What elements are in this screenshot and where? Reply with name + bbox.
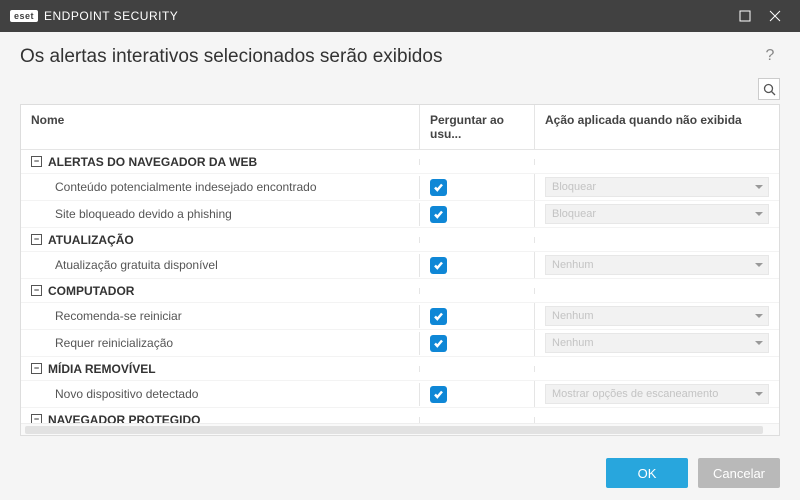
check-icon bbox=[433, 260, 444, 271]
action-select[interactable]: Mostrar opções de escaneamento bbox=[545, 384, 769, 404]
item-name: Site bloqueado devido a phishing bbox=[21, 204, 419, 224]
ask-checkbox[interactable] bbox=[430, 206, 447, 223]
search-icon bbox=[763, 83, 776, 96]
title-bar: eset ENDPOINT SECURITY bbox=[0, 0, 800, 32]
dialog-header: Os alertas interativos selecionados serã… bbox=[0, 32, 800, 76]
table-header: Nome Perguntar ao usu... Ação aplicada q… bbox=[21, 105, 779, 150]
check-icon bbox=[433, 311, 444, 322]
group-row[interactable]: −ATUALIZAÇÃO bbox=[21, 228, 779, 252]
action-select[interactable]: Nenhum bbox=[545, 333, 769, 353]
action-select-wrap: Nenhum bbox=[545, 255, 769, 275]
close-icon bbox=[769, 10, 781, 22]
collapse-icon[interactable]: − bbox=[31, 363, 42, 374]
action-select-wrap: Nenhum bbox=[545, 306, 769, 326]
search-button[interactable] bbox=[758, 78, 780, 100]
ask-checkbox[interactable] bbox=[430, 308, 447, 325]
item-row: Site bloqueado devido a phishing Bloquear bbox=[21, 201, 779, 228]
collapse-icon[interactable]: − bbox=[31, 285, 42, 296]
check-icon bbox=[433, 209, 444, 220]
close-button[interactable] bbox=[760, 0, 790, 32]
item-name: Requer reinicialização bbox=[21, 333, 419, 353]
check-icon bbox=[433, 389, 444, 400]
item-name: Atualização gratuita disponível bbox=[21, 255, 419, 275]
brand: eset ENDPOINT SECURITY bbox=[10, 9, 178, 23]
dialog-footer: OK Cancelar bbox=[0, 446, 800, 500]
item-name: Conteúdo potencialmente indesejado encon… bbox=[21, 177, 419, 197]
group-row[interactable]: −MÍDIA REMOVÍVEL bbox=[21, 357, 779, 381]
minimize-icon bbox=[739, 10, 751, 22]
action-select[interactable]: Bloquear bbox=[545, 204, 769, 224]
item-name: Recomenda-se reiniciar bbox=[21, 306, 419, 326]
item-row: Conteúdo potencialmente indesejado encon… bbox=[21, 174, 779, 201]
column-header-name[interactable]: Nome bbox=[21, 105, 419, 149]
ask-checkbox[interactable] bbox=[430, 179, 447, 196]
help-button[interactable]: ? bbox=[760, 47, 780, 67]
check-icon bbox=[433, 182, 444, 193]
ask-checkbox[interactable] bbox=[430, 257, 447, 274]
ask-checkbox[interactable] bbox=[430, 386, 447, 403]
group-label: ATUALIZAÇÃO bbox=[48, 233, 134, 247]
item-row: Recomenda-se reiniciar Nenhum bbox=[21, 303, 779, 330]
table-body[interactable]: −ALERTAS DO NAVEGADOR DA WEBConteúdo pot… bbox=[21, 150, 779, 423]
item-row: Atualização gratuita disponível Nenhum bbox=[21, 252, 779, 279]
brand-product: ENDPOINT SECURITY bbox=[44, 9, 178, 23]
action-select-wrap: Nenhum bbox=[545, 333, 769, 353]
page-title: Os alertas interativos selecionados serã… bbox=[20, 46, 760, 68]
cancel-button[interactable]: Cancelar bbox=[698, 458, 780, 488]
content-area: Nome Perguntar ao usu... Ação aplicada q… bbox=[0, 76, 800, 446]
action-select-wrap: Bloquear bbox=[545, 177, 769, 197]
ask-checkbox[interactable] bbox=[430, 335, 447, 352]
collapse-icon[interactable]: − bbox=[31, 234, 42, 245]
collapse-icon[interactable]: − bbox=[31, 414, 42, 423]
brand-logo: eset bbox=[10, 10, 38, 22]
action-select[interactable]: Nenhum bbox=[545, 306, 769, 326]
item-row: Requer reinicialização Nenhum bbox=[21, 330, 779, 357]
action-select-wrap: Bloquear bbox=[545, 204, 769, 224]
group-label: COMPUTADOR bbox=[48, 284, 134, 298]
minimize-button[interactable] bbox=[730, 0, 760, 32]
action-select-wrap: Mostrar opções de escaneamento bbox=[545, 384, 769, 404]
column-header-ask[interactable]: Perguntar ao usu... bbox=[419, 105, 534, 149]
group-row[interactable]: −NAVEGADOR PROTEGIDO bbox=[21, 408, 779, 423]
item-name: Novo dispositivo detectado bbox=[21, 384, 419, 404]
alerts-table: Nome Perguntar ao usu... Ação aplicada q… bbox=[20, 104, 780, 436]
group-label: ALERTAS DO NAVEGADOR DA WEB bbox=[48, 155, 257, 169]
group-row[interactable]: −ALERTAS DO NAVEGADOR DA WEB bbox=[21, 150, 779, 174]
ok-button[interactable]: OK bbox=[606, 458, 688, 488]
item-row: Novo dispositivo detectado Mostrar opções… bbox=[21, 381, 779, 408]
horizontal-scrollbar[interactable] bbox=[21, 423, 779, 435]
collapse-icon[interactable]: − bbox=[31, 156, 42, 167]
group-label: NAVEGADOR PROTEGIDO bbox=[48, 413, 200, 424]
group-label: MÍDIA REMOVÍVEL bbox=[48, 362, 156, 376]
group-row[interactable]: −COMPUTADOR bbox=[21, 279, 779, 303]
action-select[interactable]: Nenhum bbox=[545, 255, 769, 275]
column-header-action[interactable]: Ação aplicada quando não exibida bbox=[534, 105, 779, 149]
check-icon bbox=[433, 338, 444, 349]
action-select[interactable]: Bloquear bbox=[545, 177, 769, 197]
